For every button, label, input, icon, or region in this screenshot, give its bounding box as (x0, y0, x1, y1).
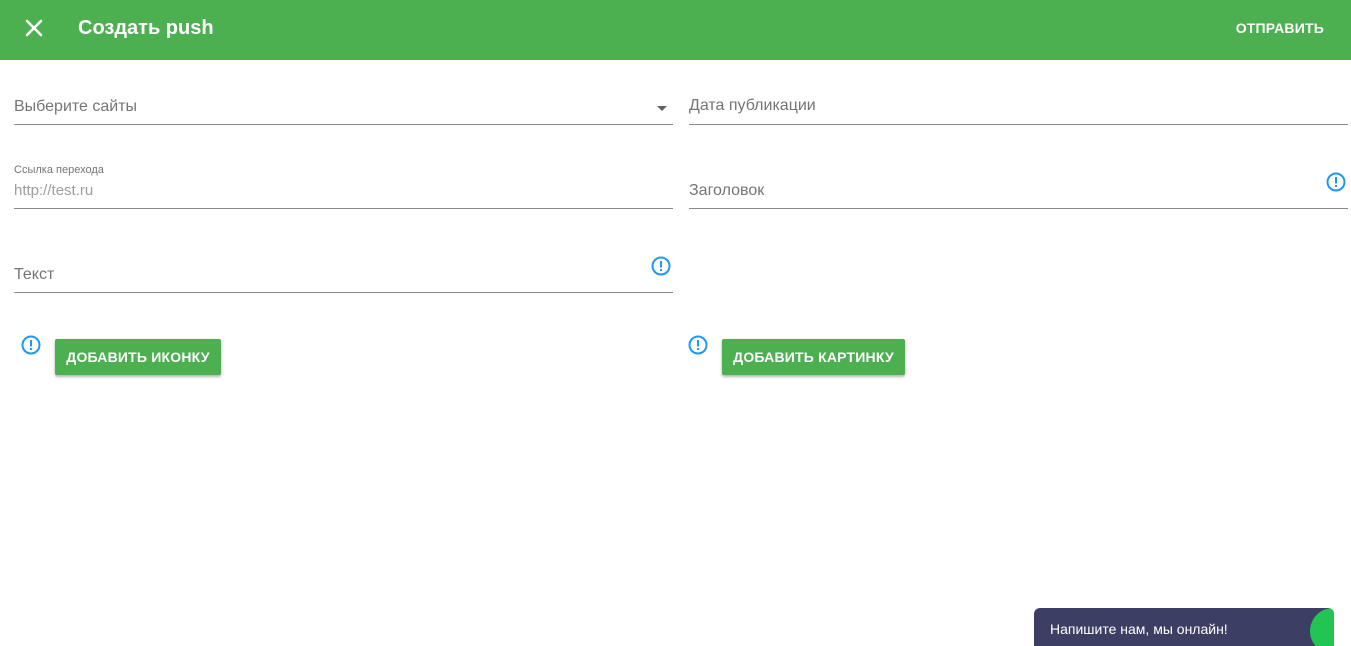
chat-widget-text: Напишите нам, мы онлайн! (1050, 621, 1228, 637)
info-circle-icon[interactable] (21, 335, 41, 355)
page-title: Создать push (78, 17, 214, 39)
text-field[interactable]: Текст (14, 254, 673, 293)
title-field[interactable]: Заголовок (689, 170, 1348, 209)
info-circle-icon[interactable] (1326, 172, 1346, 192)
info-circle-icon[interactable] (688, 335, 708, 355)
publish-date-field[interactable]: Дата публикации (689, 86, 1348, 125)
close-button[interactable] (18, 12, 50, 44)
add-icon-button[interactable]: ДОБАВИТЬ ИКОНКУ (55, 339, 221, 375)
chat-widget[interactable]: Напишите нам, мы онлайн! (1034, 608, 1334, 646)
chevron-down-icon (657, 106, 667, 111)
online-status-icon (1310, 608, 1334, 646)
close-icon (25, 19, 43, 37)
add-image-button[interactable]: ДОБАВИТЬ КАРТИНКУ (722, 339, 905, 375)
publish-date-placeholder: Дата публикации (689, 97, 816, 114)
send-button[interactable]: ОТПРАВИТЬ (1236, 20, 1324, 36)
sites-select[interactable]: Выберите сайты (14, 86, 673, 125)
text-field-placeholder: Текст (14, 266, 55, 283)
link-field-label: Ссылка перехода (14, 164, 104, 176)
app-bar: Создать push ОТПРАВИТЬ (0, 0, 1351, 60)
info-circle-icon[interactable] (651, 256, 671, 276)
link-field-value: http://test.ru (14, 182, 94, 199)
sites-select-placeholder: Выберите сайты (14, 98, 138, 115)
title-field-placeholder: Заголовок (689, 182, 765, 199)
link-field[interactable]: Ссылка перехода http://test.ru (14, 164, 673, 209)
